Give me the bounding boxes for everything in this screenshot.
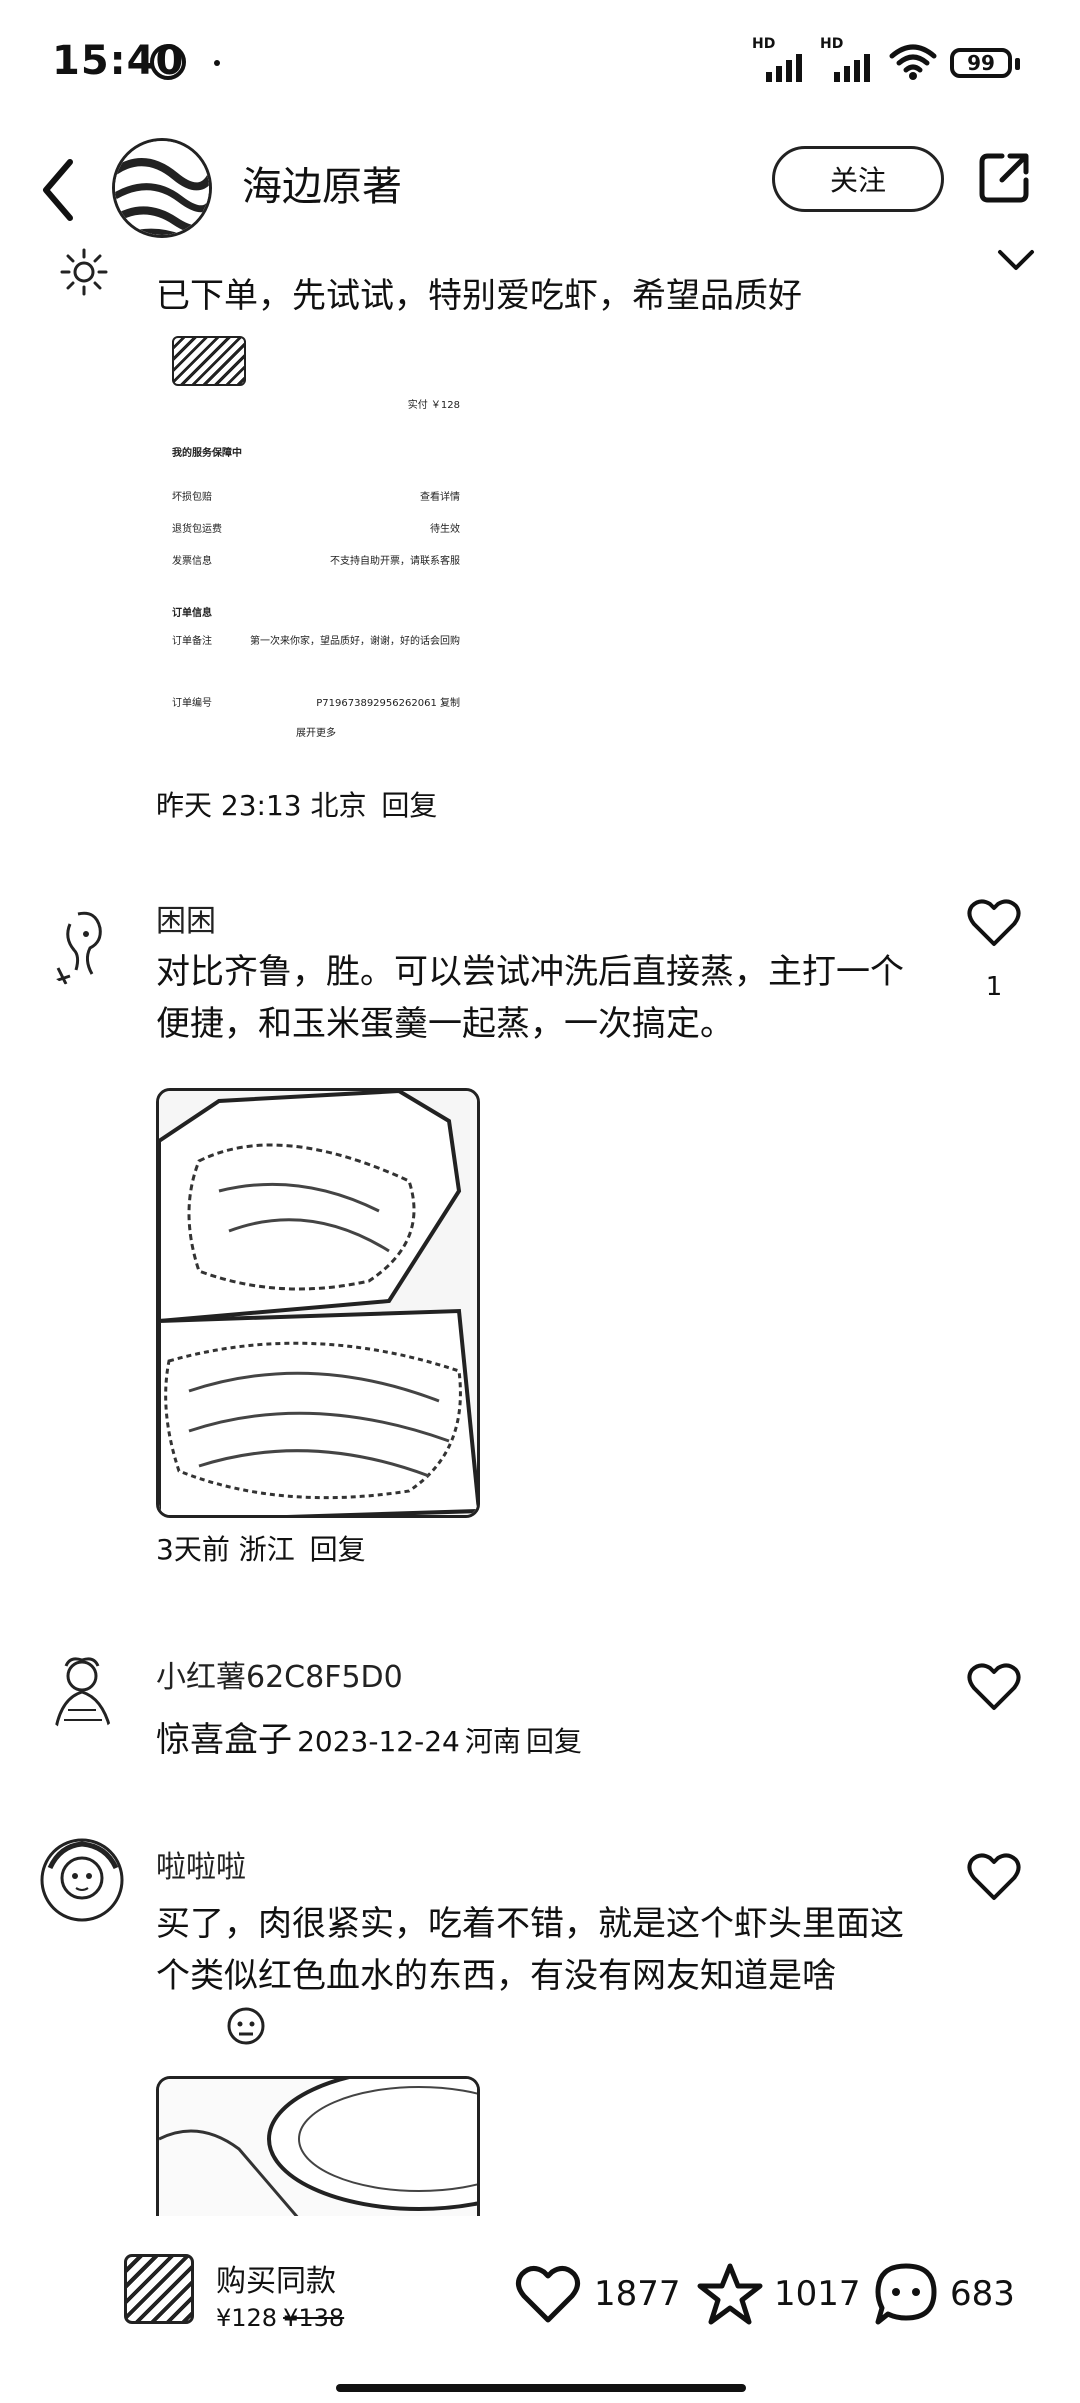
order-paid: 实付 ￥128 [407, 400, 460, 411]
comment-photo[interactable] [156, 1088, 480, 1518]
order-row-label: 坏损包赔 [172, 492, 212, 503]
comment-text: 买了，肉很紧实，吃着不错，就是这个虾头里面这个类似红色血水的东西，有没有网友知道… [156, 1904, 904, 1996]
order-row-value: 查看详情 [420, 492, 460, 503]
star-count: 1017 [774, 2274, 861, 2314]
product-price: ¥128 ¥138 [216, 2304, 344, 2332]
notification-dot-icon [214, 60, 220, 66]
comment-location: 浙江 [238, 1533, 295, 1566]
heart-icon[interactable] [966, 1852, 1022, 1902]
back-icon[interactable] [36, 152, 80, 228]
order-info-title: 订单信息 [172, 608, 212, 619]
comment-location: 河南 [464, 1725, 521, 1758]
order-number-label: 订单编号 [172, 698, 212, 709]
order-remark-label: 订单备注 [172, 636, 212, 647]
order-service-title: 我的服务保障中 [172, 448, 242, 459]
comment-username[interactable]: 小红薯62C8F5D0 [156, 1652, 403, 1696]
alarm-icon [150, 44, 186, 80]
expand-more: 展开更多 [296, 728, 336, 739]
comment-username[interactable]: 困困 [156, 896, 216, 940]
comment-location: 北京 [310, 789, 367, 822]
order-row-label: 发票信息 [172, 556, 212, 567]
comment-text: 已下单，先试试，特别爱吃虾，希望品质好 [156, 276, 802, 316]
follow-button[interactable]: 关注 [772, 146, 944, 212]
star-icon[interactable] [696, 2262, 764, 2326]
reply-button[interactable]: 回复 [526, 1725, 582, 1758]
comment-meta: 3天前 浙江 回复 [156, 1528, 366, 1568]
like-heart-icon[interactable] [514, 2262, 582, 2326]
home-indicator[interactable] [336, 2384, 746, 2392]
like-count: 1877 [594, 2274, 681, 2314]
author-name[interactable]: 海边原著 [242, 154, 402, 212]
user-avatar[interactable] [40, 1838, 124, 1922]
comment-time: 昨天 23:13 [156, 789, 302, 822]
comment-body: 惊喜盒子 2023-12-24 河南 回复 [156, 1714, 582, 1766]
comment-bubble-icon[interactable] [872, 2262, 940, 2326]
thinking-emoji-icon [227, 2007, 265, 2045]
comment-text: 惊喜盒子 [156, 1720, 292, 1760]
current-price: ¥128 [216, 2304, 278, 2332]
comment-count: 683 [950, 2274, 1015, 2314]
copy-link: 复制 [440, 698, 460, 709]
heart-icon[interactable] [966, 898, 1022, 948]
comment-meta: 昨天 23:13 北京 回复 [156, 784, 437, 824]
comment-photo[interactable] [156, 2076, 480, 2216]
share-icon[interactable] [978, 150, 1032, 204]
order-row-label: 退货包运费 [172, 524, 222, 535]
order-remark-value: 第一次来你家，望品质好，谢谢，好的话会回购 [250, 636, 460, 647]
heart-icon[interactable] [966, 1662, 1022, 1712]
like-count: 1 [985, 972, 1003, 1002]
user-avatar[interactable] [40, 904, 124, 988]
buy-same-button[interactable]: 购买同款 [216, 2256, 336, 2300]
author-avatar[interactable] [112, 138, 212, 238]
order-row-value: 不支持自助开票，请联系客服 [330, 556, 460, 567]
wifi-icon [889, 44, 937, 80]
signal-icon-2: HD [820, 36, 880, 82]
top-navigation: 海边原著 关注 [0, 130, 1080, 250]
signal-icon: HD [752, 36, 812, 82]
order-screenshot[interactable]: 实付 ￥128 我的服务保障中 坏损包赔 查看详情 退货包运费 待生效 发票信息 不支… [158, 332, 470, 744]
reply-button[interactable]: 回复 [310, 1533, 366, 1566]
comment-time: 2023-12-24 [297, 1725, 460, 1758]
comment-username[interactable]: 啦啦啦 [156, 1842, 246, 1886]
comment-time: 3天前 [156, 1533, 230, 1566]
order-product-thumbnail [172, 336, 246, 386]
original-price: ¥138 [283, 2304, 345, 2332]
sun-icon [60, 248, 108, 296]
chevron-down-icon[interactable] [996, 246, 1036, 276]
status-bar: 15:40 HD HD 99 [0, 0, 1080, 120]
reply-button[interactable]: 回复 [381, 789, 437, 822]
product-thumbnail[interactable] [124, 2254, 194, 2324]
comment-text: 对比齐鲁，胜。可以尝试冲洗后直接蒸，主打一个便捷，和玉米蛋羹一起蒸，一次搞定。 [156, 952, 904, 1044]
user-avatar[interactable] [40, 1650, 124, 1734]
order-number: P719673892956262061 [316, 698, 437, 709]
bottom-action-bar: 购买同款 ¥128 ¥138 1877 1017 683 [0, 2226, 1080, 2356]
order-row-value: 待生效 [430, 524, 460, 535]
battery-icon: 99 [950, 48, 1020, 78]
